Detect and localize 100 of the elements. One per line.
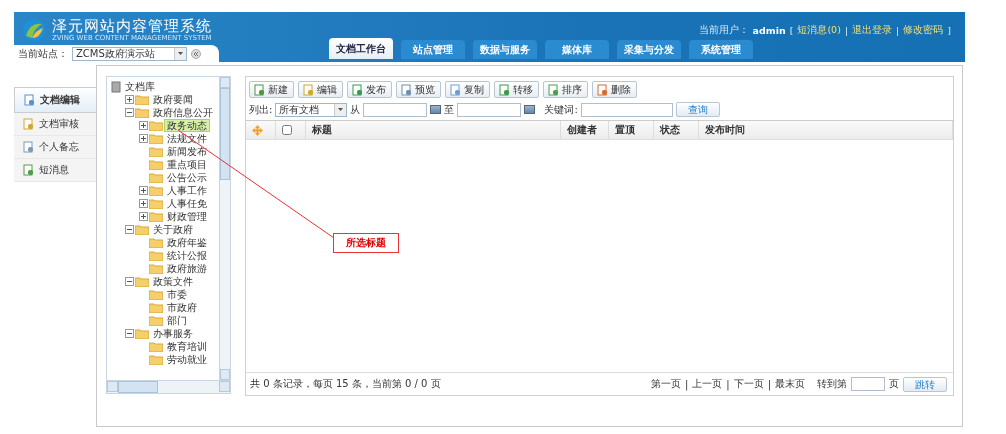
- collapse-toggle[interactable]: [125, 329, 134, 338]
- toolbar-button[interactable]: 删除: [592, 81, 637, 98]
- column-header[interactable]: 发布时间: [698, 121, 953, 139]
- folder-icon: [135, 276, 149, 287]
- tree-item[interactable]: 人事任免: [164, 197, 210, 210]
- toolbar-button[interactable]: 新建: [249, 81, 294, 98]
- toolbar-button[interactable]: 发布: [347, 81, 392, 98]
- toolbar-button[interactable]: 排序: [543, 81, 588, 98]
- folder-icon: [135, 107, 149, 118]
- tree-item[interactable]: 政府年鉴: [164, 236, 210, 249]
- annotation-callout: 所选标题: [333, 233, 399, 253]
- tree-item[interactable]: 部门: [164, 314, 190, 327]
- header-link[interactable]: 退出登录: [852, 24, 893, 37]
- expand-toggle[interactable]: [139, 134, 148, 143]
- column-header[interactable]: 创建者: [560, 121, 609, 139]
- folder-icon: [149, 133, 163, 144]
- expand-toggle[interactable]: [139, 212, 148, 221]
- tree-item[interactable]: 市委: [164, 288, 190, 301]
- toolbar-button[interactable]: 转移: [494, 81, 539, 98]
- site-label: 当前站点：: [18, 46, 68, 61]
- go-button[interactable]: 跳转: [903, 376, 947, 392]
- separator: |: [726, 378, 730, 390]
- documents-icon: [23, 94, 35, 106]
- tree-item[interactable]: 教育培训: [164, 340, 210, 353]
- folder-icon: [149, 315, 163, 326]
- expand-toggle[interactable]: [139, 186, 148, 195]
- nav-tab[interactable]: 文档工作台: [329, 38, 393, 59]
- tree-item[interactable]: 重点项目: [164, 158, 210, 171]
- app-title: 泽元网站内容管理系统: [52, 18, 212, 34]
- tree-item[interactable]: 市政府: [164, 301, 200, 314]
- select-all-checkbox[interactable]: [282, 125, 292, 135]
- page-unit: 页: [889, 377, 899, 391]
- folder-icon: [149, 263, 163, 274]
- folder-icon: [149, 302, 163, 313]
- current-user-label: 当前用户：: [698, 24, 749, 37]
- new-document-icon: [253, 83, 265, 96]
- end-date-field[interactable]: [457, 102, 522, 117]
- search-button[interactable]: 查询: [675, 102, 720, 117]
- user-name: admin: [752, 25, 786, 36]
- tree-item[interactable]: 政务动态: [164, 119, 210, 132]
- site-select[interactable]: ZCMS政府演示站: [72, 46, 187, 61]
- expand-toggle[interactable]: [125, 95, 134, 104]
- pager-link[interactable]: 最末页: [775, 377, 805, 391]
- folder-icon: [149, 159, 163, 170]
- header-link[interactable]: 修改密码: [903, 24, 944, 37]
- sidebar-item[interactable]: 短消息: [14, 159, 96, 182]
- tree-item[interactable]: 办事服务: [150, 327, 196, 340]
- folder-icon: [149, 354, 163, 365]
- keyword-field[interactable]: [580, 102, 673, 117]
- folder-icon: [149, 172, 163, 183]
- tree-item[interactable]: 公告公示: [164, 171, 210, 184]
- pager-link[interactable]: 第一页: [650, 377, 681, 391]
- folder-icon: [149, 250, 163, 261]
- start-date-field[interactable]: [363, 102, 428, 117]
- separator: |: [684, 378, 689, 390]
- collapse-toggle[interactable]: [125, 277, 134, 286]
- sidebar-item[interactable]: 个人备忘: [14, 136, 96, 159]
- bracket-text: ]: [947, 25, 951, 36]
- nav-tab[interactable]: 站点管理: [401, 40, 465, 59]
- column-header[interactable]: 置顶: [608, 121, 654, 139]
- nav-tab[interactable]: 媒体库: [545, 40, 609, 59]
- separator: |: [896, 25, 900, 36]
- toolbar-button[interactable]: 预览: [396, 81, 441, 98]
- nav-tab[interactable]: 采集与分发: [617, 40, 681, 59]
- tree-item[interactable]: 统计公报: [164, 249, 210, 262]
- folder-icon: [149, 211, 163, 222]
- sidebar-item[interactable]: 文档审核: [14, 113, 96, 136]
- sidebar-item[interactable]: 文档编辑: [14, 87, 96, 113]
- folder-icon: [135, 224, 149, 235]
- expand-toggle[interactable]: [139, 121, 148, 130]
- folder-icon: [135, 94, 149, 105]
- pager-link[interactable]: 上一页: [692, 377, 723, 391]
- column-header[interactable]: 标题: [306, 121, 561, 139]
- collapse-toggle[interactable]: [125, 108, 134, 117]
- separator: |: [844, 25, 849, 36]
- collapse-icon[interactable]: [191, 48, 201, 59]
- folder-icon: [149, 341, 163, 352]
- nav-tab[interactable]: 数据与服务: [473, 40, 537, 59]
- tree-item[interactable]: 劳动就业: [164, 353, 210, 366]
- pager-link[interactable]: 下一页: [733, 377, 764, 391]
- tree-item[interactable]: 关于政府: [150, 223, 196, 236]
- tree-item[interactable]: 政府信息公开: [150, 106, 216, 119]
- folder-icon: [135, 328, 149, 339]
- column-header[interactable]: 状态: [653, 121, 699, 139]
- tree-item[interactable]: 人事工作: [164, 184, 210, 197]
- header-link[interactable]: 短消息(0): [797, 24, 841, 37]
- tree-item[interactable]: 政府要闻: [150, 93, 196, 106]
- collapse-toggle[interactable]: [125, 225, 134, 234]
- tree-item[interactable]: 新闻发布: [164, 145, 210, 158]
- toolbar-button[interactable]: 复制: [445, 81, 490, 98]
- expand-toggle[interactable]: [139, 199, 148, 208]
- list-select[interactable]: 所有文档: [275, 102, 348, 117]
- folder-icon: [149, 185, 163, 196]
- tree-item[interactable]: 政策文件: [150, 275, 196, 288]
- tree-item[interactable]: 政府旅游: [164, 262, 210, 275]
- tree-item[interactable]: 财政管理: [164, 210, 210, 223]
- tree-root[interactable]: 文档库: [122, 80, 158, 93]
- nav-tab[interactable]: 系统管理: [689, 40, 753, 59]
- page-number-field[interactable]: [851, 377, 885, 391]
- toolbar-button[interactable]: 编辑: [298, 81, 343, 98]
